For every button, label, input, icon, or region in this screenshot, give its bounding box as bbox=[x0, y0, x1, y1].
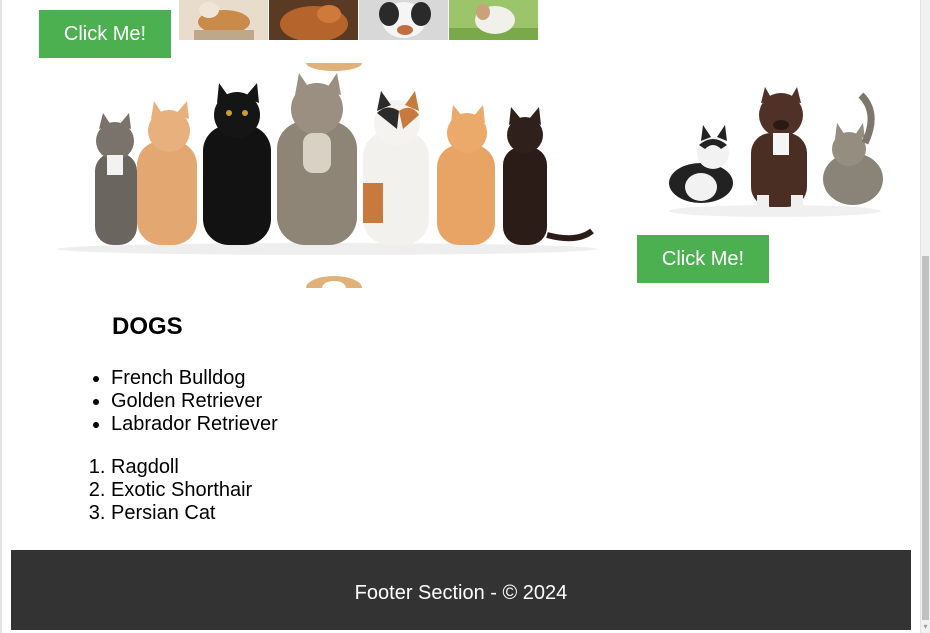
dog-thumbnail bbox=[269, 0, 358, 40]
click-me-button[interactable]: Click Me! bbox=[39, 10, 171, 58]
page: Click Me! Click Me! DOGS • French Bulldo… bbox=[0, 0, 930, 633]
list-item: Golden Retriever bbox=[111, 390, 278, 413]
dog-thumbnail bbox=[449, 0, 538, 40]
footer: Footer Section - © 2024 bbox=[11, 550, 911, 630]
scroll-down-arrow-icon[interactable]: ▾ bbox=[921, 621, 930, 633]
click-me-button[interactable]: Click Me! bbox=[637, 235, 769, 283]
left-border bbox=[0, 0, 2, 633]
list-item: French Bulldog bbox=[111, 367, 278, 390]
list-item: Ragdoll bbox=[111, 456, 252, 479]
dog-breed-list: French Bulldog Golden Retriever Labrador… bbox=[111, 367, 278, 436]
footer-text: Footer Section - © 2024 bbox=[354, 581, 568, 604]
section-heading: DOGS bbox=[112, 313, 183, 340]
cat-breed-list: Ragdoll Exotic Shorthair Persian Cat bbox=[111, 456, 252, 525]
list-item: Exotic Shorthair bbox=[111, 479, 252, 502]
scrollbar-thumb[interactable] bbox=[922, 256, 929, 620]
list-item: Labrador Retriever bbox=[111, 413, 278, 436]
cats-banner-image bbox=[37, 55, 612, 300]
dog-and-cats-image bbox=[665, 83, 887, 223]
thumbnail-strip bbox=[179, 0, 539, 40]
dog-thumbnail bbox=[179, 0, 268, 40]
list-item: Persian Cat bbox=[111, 502, 252, 525]
dog-thumbnail bbox=[359, 0, 448, 40]
